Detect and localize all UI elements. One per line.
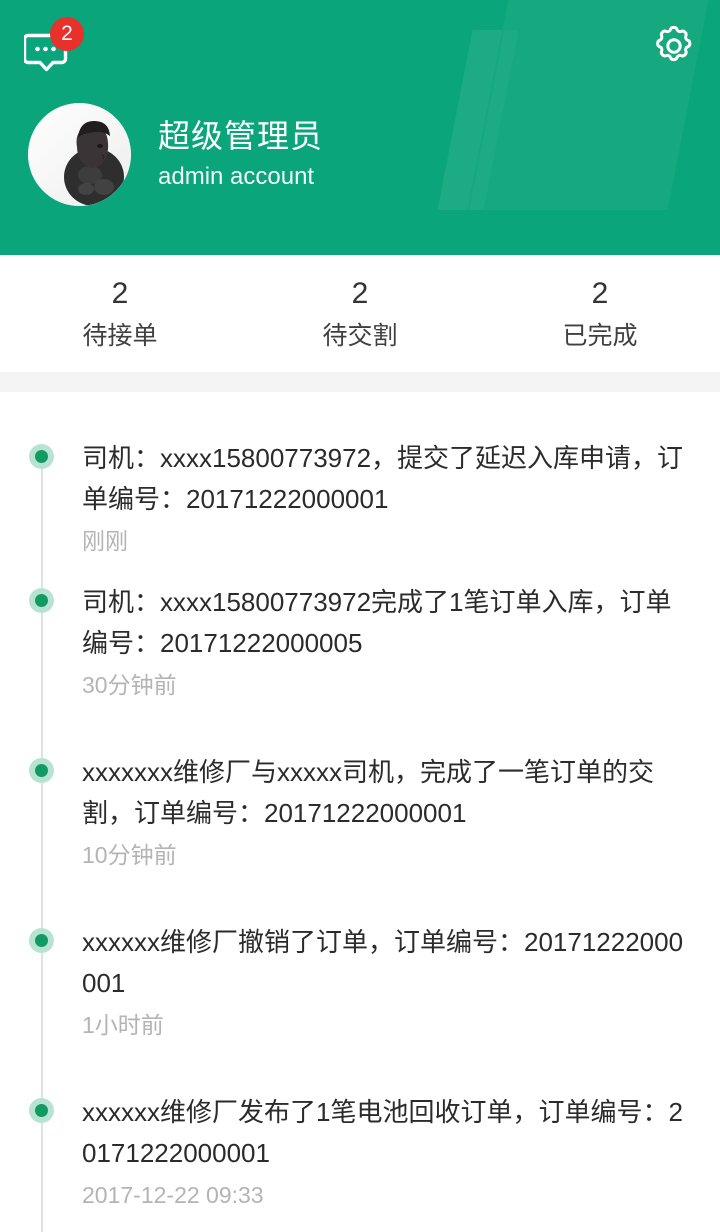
stat-value: 2 xyxy=(111,276,129,310)
timeline-item[interactable]: 司机：xxxx15800773972，提交了延迟入库申请，订单编号：201712… xyxy=(0,392,720,562)
timeline-item[interactable]: xxxxxx维修厂撤销了订单，订单编号：20171222000001 1小时前 xyxy=(0,902,720,1072)
profile-block[interactable]: 超级管理员 admin account xyxy=(28,103,323,206)
stat-pending-accept[interactable]: 2 待接单 xyxy=(0,255,240,372)
stats-row: 2 待接单 2 待交割 2 已完成 xyxy=(0,255,720,372)
section-divider xyxy=(0,372,720,392)
timeline-time: 刚刚 xyxy=(82,528,128,554)
timeline-time: 10分钟前 xyxy=(82,842,177,868)
timeline-text: 司机：xxxx15800773972，提交了延迟入库申请，订单编号：201712… xyxy=(82,443,684,514)
stat-value: 2 xyxy=(351,276,369,310)
timeline-text: xxxxxxx维修厂与xxxxx司机，完成了一笔订单的交割，订单编号：20171… xyxy=(82,757,655,828)
stat-value: 2 xyxy=(591,276,609,310)
timeline-dot-icon xyxy=(29,758,54,783)
profile-name: 超级管理员 xyxy=(158,117,324,154)
gear-icon[interactable] xyxy=(652,24,696,68)
timeline-item[interactable]: xxxxxx维修厂发布了1笔电池回收订单，订单编号：20171222000001… xyxy=(0,1072,720,1232)
stat-label: 已完成 xyxy=(562,321,638,350)
profile-text: 超级管理员 admin account xyxy=(158,116,323,194)
timeline-text: 司机：xxxx15800773972完成了1笔订单入库，订单编号：2017122… xyxy=(82,587,672,658)
timeline-dot-icon xyxy=(29,928,54,953)
timeline-time: 2017-12-22 09:33 xyxy=(82,1182,264,1208)
activity-timeline[interactable]: 司机：xxxx15800773972，提交了延迟入库申请，订单编号：201712… xyxy=(0,392,720,1232)
avatar-photo xyxy=(28,103,131,206)
timeline-dot-icon xyxy=(29,588,54,613)
timeline-dot-icon xyxy=(29,444,54,469)
stat-completed[interactable]: 2 已完成 xyxy=(480,255,720,372)
messages-button[interactable]: 2 xyxy=(24,17,84,75)
profile-header: 2 超级管理员 admin account xyxy=(0,0,720,255)
messages-badge: 2 xyxy=(50,17,84,51)
stat-label: 待接单 xyxy=(82,321,158,350)
timeline-time: 30分钟前 xyxy=(82,672,177,698)
timeline-time: 1小时前 xyxy=(82,1012,164,1038)
header-toolbar: 2 xyxy=(0,0,720,92)
profile-screen: 2 超级管理员 admin account 2 待接单 2 待交割 2 已完成 … xyxy=(0,0,720,1232)
timeline-item[interactable]: xxxxxxx维修厂与xxxxx司机，完成了一笔订单的交割，订单编号：20171… xyxy=(0,732,720,902)
timeline-text: xxxxxx维修厂撤销了订单，订单编号：20171222000001 xyxy=(82,927,684,998)
timeline-item[interactable]: 司机：xxxx15800773972完成了1笔订单入库，订单编号：2017122… xyxy=(0,562,720,732)
stat-pending-delivery[interactable]: 2 待交割 xyxy=(240,255,480,372)
timeline-text: xxxxxx维修厂发布了1笔电池回收订单，订单编号：20171222000001 xyxy=(82,1097,683,1168)
stat-label: 待交割 xyxy=(322,321,398,350)
profile-account: admin account xyxy=(158,162,315,190)
avatar[interactable] xyxy=(28,103,131,206)
timeline-dot-icon xyxy=(29,1098,54,1123)
